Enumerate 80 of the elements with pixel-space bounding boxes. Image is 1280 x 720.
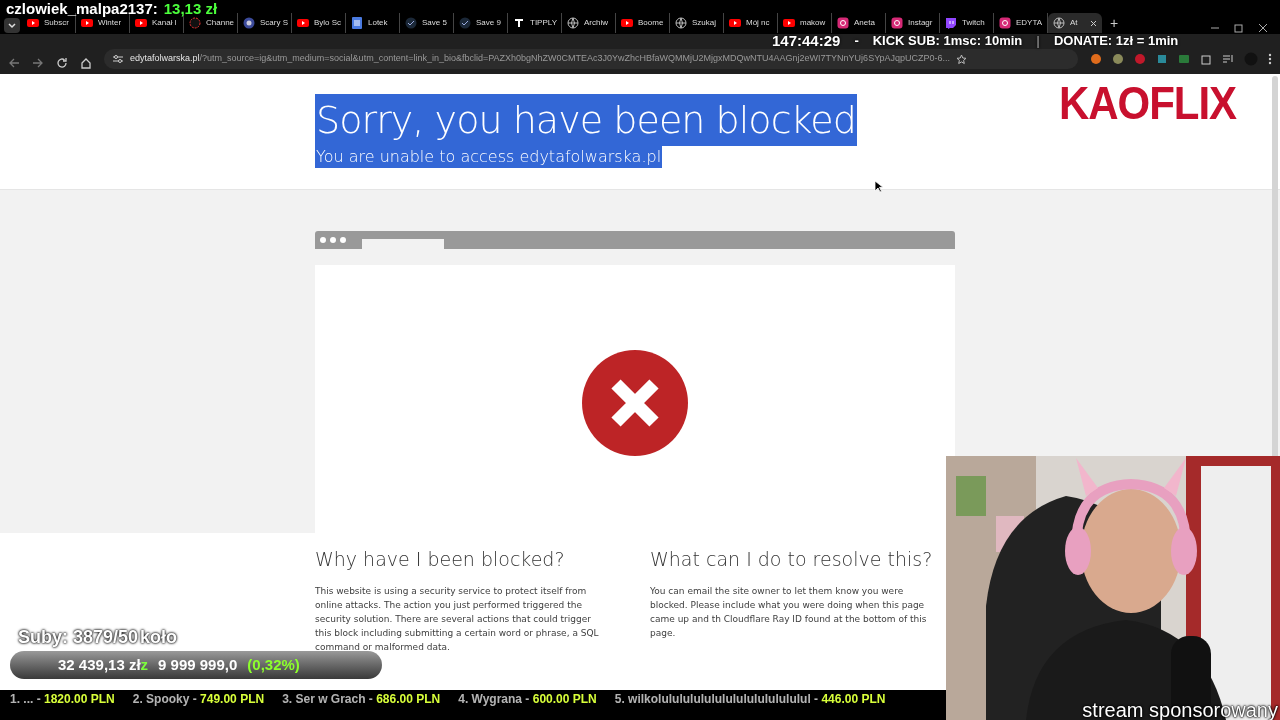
browser-tab[interactable]: Instagr bbox=[886, 13, 940, 33]
youtube-icon bbox=[729, 17, 741, 29]
youtube-icon bbox=[297, 17, 309, 29]
extension-icon[interactable] bbox=[1178, 53, 1190, 65]
browser-tab[interactable]: Lotek bbox=[346, 13, 400, 33]
section-heading: What can I do to resolve this? bbox=[650, 547, 934, 572]
logo: KAOFLIX bbox=[1059, 80, 1236, 132]
menu-icon[interactable] bbox=[1268, 53, 1272, 65]
separator-text: - bbox=[854, 33, 859, 48]
new-tab-button[interactable]: + bbox=[1102, 16, 1127, 30]
back-icon[interactable] bbox=[8, 57, 20, 69]
goal-of: z bbox=[140, 654, 149, 675]
browser-tab[interactable]: Aneta bbox=[832, 13, 886, 33]
mouse-cursor-icon bbox=[874, 180, 883, 193]
browser-tab[interactable]: Save 9 bbox=[454, 13, 508, 33]
youtube-icon bbox=[81, 17, 93, 29]
youtube-icon bbox=[27, 17, 39, 29]
extension-icon[interactable] bbox=[1134, 53, 1146, 65]
top-donor-entry: 5. wilkolulululululululululululululul - 446.00 PLN bbox=[614, 691, 886, 708]
goal-percent: (0,32%) bbox=[247, 654, 300, 675]
instagram-icon bbox=[891, 17, 903, 29]
chevron-down-icon bbox=[8, 22, 16, 29]
browser-tab[interactable]: Save 5 bbox=[400, 13, 454, 33]
browser-tab[interactable]: EDYTA bbox=[994, 13, 1048, 33]
check-circle-icon bbox=[459, 17, 471, 29]
top-donor-entry: 4. Wygrana - 600.00 PLN bbox=[458, 691, 597, 708]
youtube-icon bbox=[783, 17, 795, 29]
top-donor-entry: 1. ... - 1820.00 PLN bbox=[10, 691, 115, 708]
site-settings-icon[interactable] bbox=[112, 54, 124, 64]
goal-target: 9 999 999,0 bbox=[158, 654, 238, 675]
extension-icon[interactable] bbox=[1156, 53, 1168, 65]
forward-icon[interactable] bbox=[32, 57, 44, 69]
section-text: You can email the site owner to let them know you were blocked. Please include what you were doing when this page came up and th Cloudflare Ray ID found at the bottom of this page. bbox=[650, 584, 928, 640]
instagram-icon bbox=[999, 17, 1011, 29]
tip-icon bbox=[513, 17, 525, 29]
page-heading: Sorry, you have been blocked bbox=[315, 94, 857, 146]
extension-icon[interactable] bbox=[1112, 53, 1124, 65]
donate-rate: DONATE: 1zł = 1min bbox=[1053, 33, 1179, 48]
document-icon bbox=[351, 17, 363, 29]
browser-tab[interactable]: Mój nc bbox=[724, 13, 778, 33]
browser-tab[interactable]: Scary S bbox=[238, 13, 292, 33]
browser-tab[interactable]: Channe bbox=[184, 13, 238, 33]
browser-tab[interactable]: makow bbox=[778, 13, 832, 33]
tab-list-button[interactable] bbox=[4, 18, 20, 33]
browser-tab[interactable]: Szukaj bbox=[670, 13, 724, 33]
address-bar[interactable]: edytafolwarska.pl/?utm_source=ig&utm_medium=social&utm_content=link_in_bio&fbclid=PAZXh0bgNhZW0CMTEAc3J0YwZhcHBfaWQMMjU2MjgxMDQwNTU4AAGnj2eWI7TYNnYUj6SYpAJqpUCZP0-6... bbox=[104, 49, 1078, 69]
close-tab-icon[interactable] bbox=[1090, 19, 1097, 27]
home-icon[interactable] bbox=[80, 57, 92, 69]
section-heading: Why have I been blocked? bbox=[315, 547, 566, 572]
reload-icon[interactable] bbox=[56, 57, 68, 69]
youtube-icon bbox=[135, 17, 147, 29]
top-donor-entry: 2. Spooky - 749.00 PLN bbox=[132, 691, 265, 708]
youtube-icon bbox=[621, 17, 633, 29]
browser-tab[interactable]: Bylo Sc bbox=[292, 13, 346, 33]
browser-tab[interactable]: Boome bbox=[616, 13, 670, 33]
avatar-icon bbox=[243, 17, 255, 29]
globe-icon bbox=[675, 17, 687, 29]
goal-current: 32 439,13 zł bbox=[58, 654, 141, 675]
globe-icon bbox=[567, 17, 579, 29]
close-icon[interactable] bbox=[1258, 23, 1268, 33]
check-circle-icon bbox=[405, 17, 417, 29]
instagram-icon bbox=[837, 17, 849, 29]
restore-icon[interactable] bbox=[1234, 23, 1244, 33]
star-icon[interactable] bbox=[956, 53, 967, 65]
globe-icon bbox=[1053, 17, 1065, 29]
media-icon[interactable] bbox=[1222, 53, 1234, 65]
page-subheading: You are unable to access edytafolwarska.pl bbox=[315, 146, 663, 168]
kick-sub-rate: KICK SUB: 1msc: 10min bbox=[872, 33, 1023, 48]
twitch-icon bbox=[945, 17, 957, 29]
error-x-icon bbox=[582, 350, 688, 456]
browser-tab[interactable]: Archiw bbox=[562, 13, 616, 33]
browser-tab[interactable]: TIPPLY bbox=[508, 13, 562, 33]
top-donor-entry: 3. Ser w Grach - 686.00 PLN bbox=[282, 691, 441, 708]
section-text: This website is using a security service to protect itself from online attacks. The action you just performed triggered the security solution. There are several actions that could trigger this block including submitting a certain word or phrase, a SQL command or malformed data. bbox=[315, 584, 600, 654]
url-text: edytafolwarska.pl/?utm_source=ig&utm_medium=social&utm_content=link_in_bio&fbclid=PAZXh0bgNhZW0CMTEAc3J0YwZhcHBfaWQMMjU2MjgxMDQwNTU4AAGnj2eWI7TYNnYUj6SYpAJqpUCZP0-6... bbox=[130, 52, 950, 66]
divider-text: | bbox=[1036, 33, 1040, 48]
subathon-timer: 147:44:29 bbox=[772, 33, 841, 48]
extension-icon[interactable] bbox=[1090, 53, 1102, 65]
browser-tab[interactable]: Twitch bbox=[940, 13, 994, 33]
browser-tab[interactable]: At bbox=[1048, 13, 1102, 33]
